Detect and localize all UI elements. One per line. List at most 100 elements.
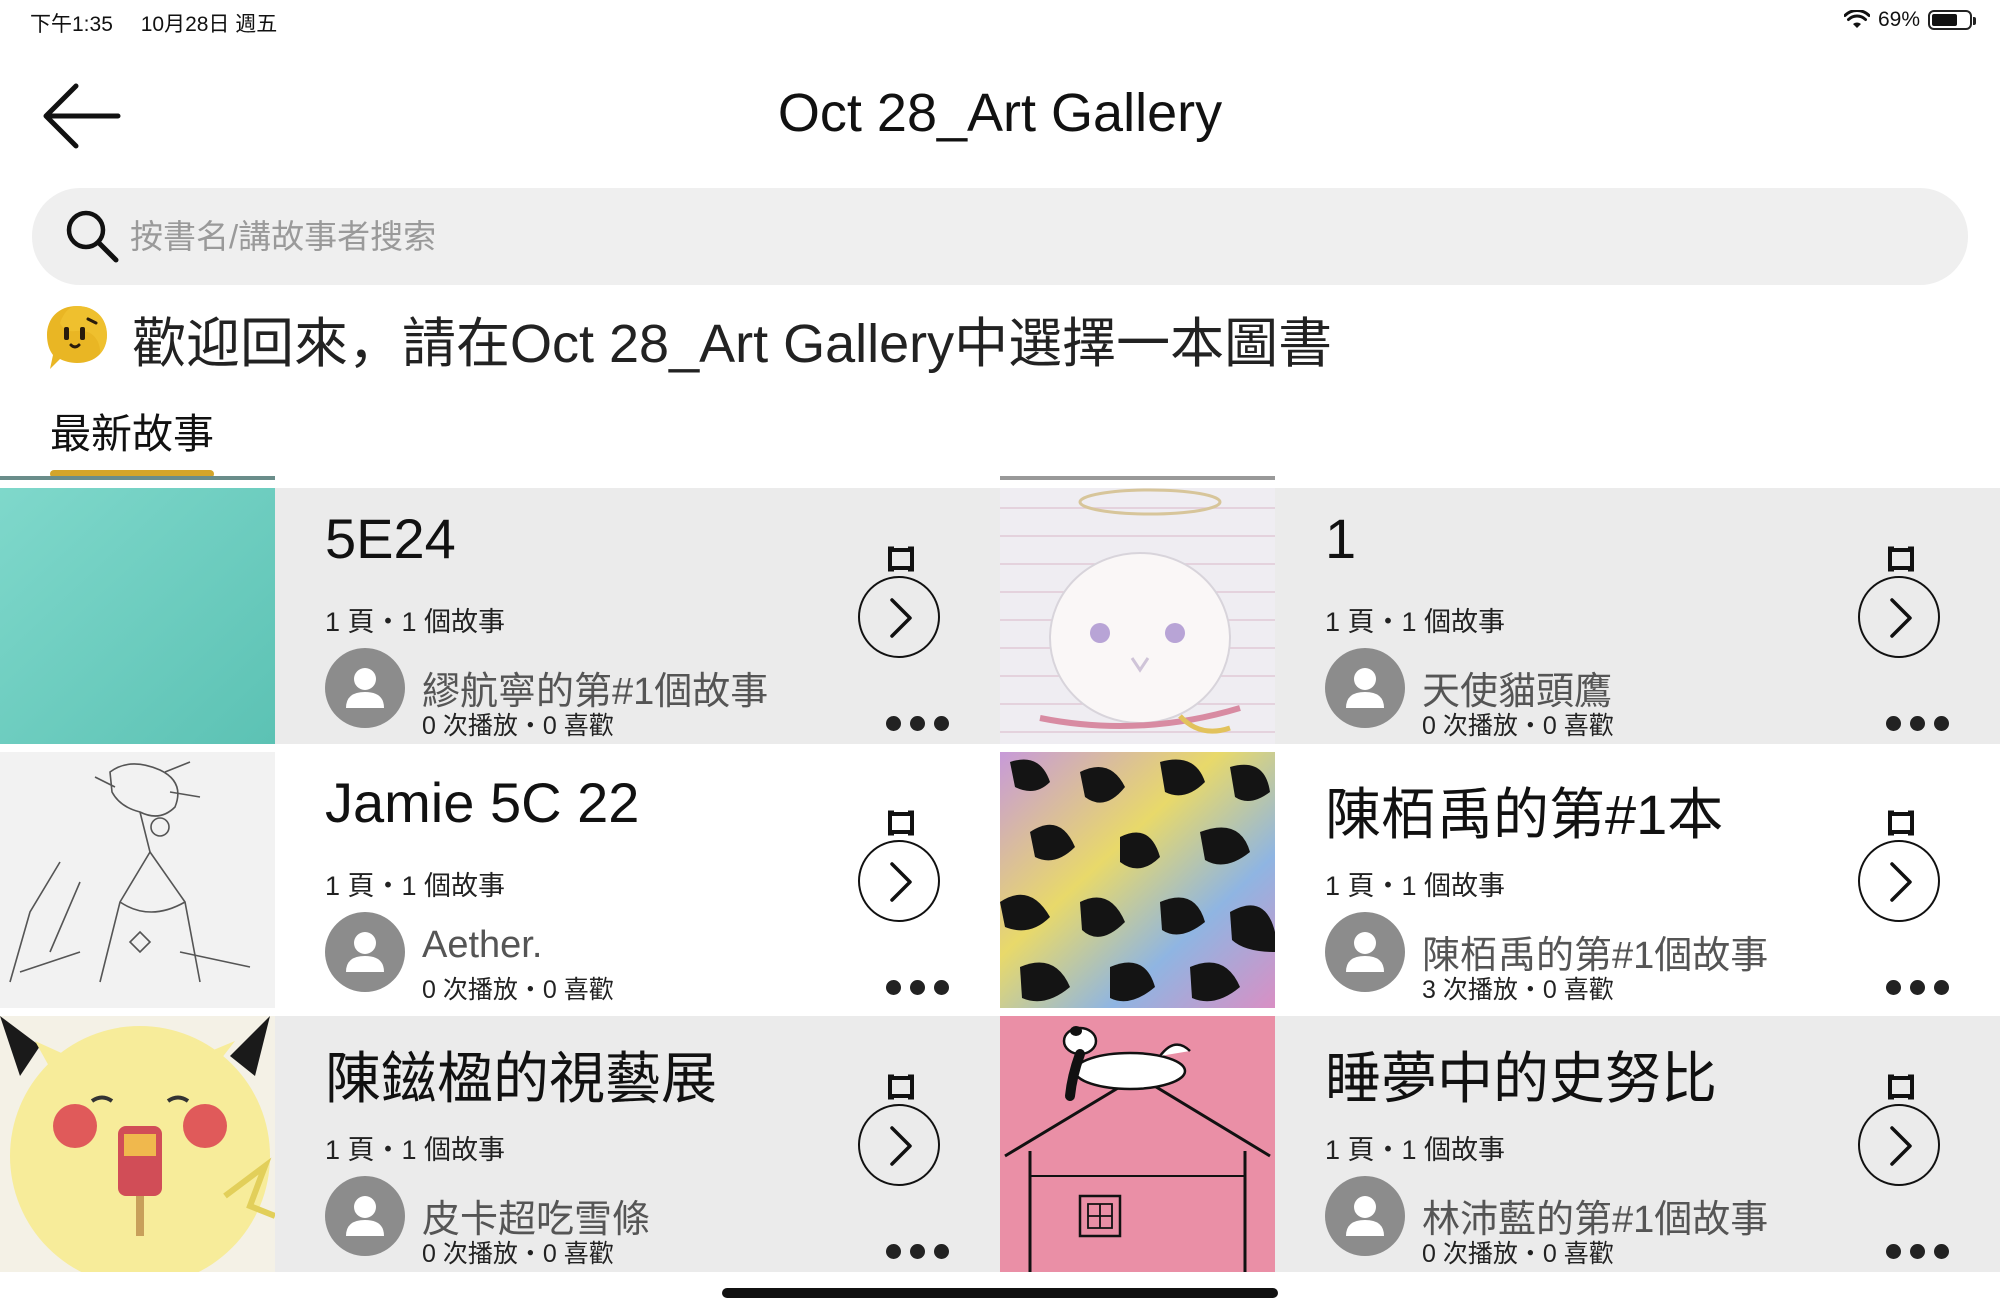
book-card[interactable]: 陳鎡楹的視藝展 1 頁・1 個故事 皮卡超吃雪條 0 次播放・0 喜歡 (0, 1016, 1000, 1272)
book-card[interactable]: 陳栢禹的第#1本 1 頁・1 個故事 陳栢禹的第#1個故事 3 次播放・0 喜歡 (1000, 752, 2000, 1008)
book-title: 1 (1325, 507, 1357, 570)
next-button[interactable] (1858, 576, 1940, 658)
avatar (325, 648, 405, 728)
frame-icon[interactable] (1886, 544, 1916, 574)
book-card[interactable]: Jamie 5C 22 1 頁・1 個故事 Aether. 0 次播放・0 喜歡 (0, 752, 1000, 1008)
frame-icon[interactable] (886, 544, 916, 574)
thumbnail-teal-paper (0, 488, 275, 744)
book-card[interactable]: 1 1 頁・1 個故事 天使貓頭鷹 0 次播放・0 喜歡 (1000, 476, 2000, 744)
dot-icon (910, 1244, 925, 1259)
author-stats: 0 次播放・0 喜歡 (422, 712, 614, 740)
chevron-right-icon (1890, 598, 1912, 638)
dot-icon (934, 980, 949, 995)
more-options-button[interactable] (1886, 980, 1952, 1000)
frame-icon[interactable] (1886, 1072, 1916, 1102)
more-options-button[interactable] (1886, 716, 1952, 736)
book-card[interactable]: 5E24 1 頁・1 個故事 繆航寧的第#1個故事 0 次播放・0 喜歡 (0, 476, 1000, 744)
book-meta: 1 頁・1 個故事 (325, 1135, 506, 1165)
book-thumbnail[interactable] (0, 1016, 275, 1272)
book-card[interactable]: 睡夢中的史努比 1 頁・1 個故事 林沛藍的第#1個故事 0 次播放・0 喜歡 (1000, 1016, 2000, 1272)
search-bar[interactable] (32, 188, 1968, 285)
page-title: Oct 28_Art Gallery (777, 83, 1223, 143)
dot-icon (910, 716, 925, 731)
dot-icon (1934, 1244, 1949, 1259)
search-icon (66, 210, 119, 263)
next-button[interactable] (1858, 840, 1940, 922)
author-stats: 0 次播放・0 喜歡 (1422, 712, 1614, 740)
more-options-button[interactable] (1886, 1244, 1952, 1264)
dot-icon (1886, 1244, 1901, 1259)
status-time: 下午1:35 (30, 13, 113, 36)
thumb-top-line (1000, 476, 1275, 480)
author-stats: 0 次播放・0 喜歡 (1422, 1240, 1614, 1268)
book-title: 睡夢中的史努比 (1325, 1047, 1717, 1110)
avatar (1325, 1176, 1405, 1256)
dot-icon (886, 980, 901, 995)
wifi-icon (1843, 10, 1870, 28)
dot-icon (1934, 716, 1949, 731)
user-icon (346, 668, 384, 708)
thumbnail-snoopy-doghouse (1000, 1016, 1275, 1272)
book-thumbnail[interactable] (1000, 488, 1275, 744)
book-meta: 1 頁・1 個故事 (1325, 1135, 1506, 1165)
welcome-text: 歡迎回來，請在Oct 28_Art Gallery中選擇一本圖書 (132, 313, 1333, 374)
more-options-button[interactable] (886, 1244, 952, 1264)
dot-icon (886, 1244, 901, 1259)
avatar (325, 912, 405, 992)
status-bar: 下午1:35 10月28日 週五 69% (0, 0, 2000, 44)
dot-icon (1910, 716, 1925, 731)
status-date: 10月28日 週五 (140, 13, 278, 36)
dot-icon (934, 716, 949, 731)
frame-icon[interactable] (1886, 808, 1916, 838)
chevron-right-icon (890, 862, 912, 902)
avatar (1325, 648, 1405, 728)
book-thumbnail[interactable] (1000, 1016, 1275, 1272)
author-stats: 3 次播放・0 喜歡 (1422, 976, 1614, 1004)
dot-icon (1910, 1244, 1925, 1259)
chevron-right-icon (890, 1126, 912, 1166)
dot-icon (1886, 716, 1901, 731)
author-stats: 0 次播放・0 喜歡 (422, 976, 614, 1004)
book-title: 5E24 (325, 507, 456, 570)
book-title: 陳鎡楹的視藝展 (325, 1047, 717, 1110)
search-input[interactable] (130, 188, 1930, 285)
battery-percent: 69% (1877, 8, 1920, 31)
next-button[interactable] (1858, 1104, 1940, 1186)
user-icon (346, 932, 384, 972)
dot-icon (934, 1244, 949, 1259)
book-meta: 1 頁・1 個故事 (325, 871, 506, 901)
frame-icon[interactable] (886, 808, 916, 838)
status-left: 下午1:35 10月28日 週五 (30, 8, 299, 38)
book-title: 陳栢禹的第#1本 (1325, 783, 1724, 846)
author-stats: 0 次播放・0 喜歡 (422, 1240, 614, 1268)
next-button[interactable] (858, 1104, 940, 1186)
user-icon (346, 1196, 384, 1236)
dot-icon (886, 716, 901, 731)
chevron-right-icon (890, 598, 912, 638)
more-options-button[interactable] (886, 716, 952, 736)
welcome-banner: 歡迎回來，請在Oct 28_Art Gallery中選擇一本圖書 (44, 298, 1332, 378)
status-right: 69% (1843, 8, 1976, 32)
frame-icon[interactable] (886, 1072, 916, 1102)
user-icon (1346, 1196, 1384, 1236)
book-title: Jamie 5C 22 (325, 771, 640, 834)
thumbnail-pikachu (0, 1016, 275, 1272)
dot-icon (1910, 980, 1925, 995)
battery-fill (1932, 14, 1957, 26)
book-thumbnail[interactable] (0, 752, 275, 1008)
tab-latest-stories[interactable]: 最新故事 (50, 400, 214, 478)
book-thumbnail[interactable] (1000, 752, 1275, 1008)
next-button[interactable] (858, 576, 940, 658)
dot-icon (910, 980, 925, 995)
next-button[interactable] (858, 840, 940, 922)
battery-icon (1928, 10, 1976, 30)
dot-icon (1886, 980, 1901, 995)
user-icon (1346, 932, 1384, 972)
more-options-button[interactable] (886, 980, 952, 1000)
avatar (325, 1176, 405, 1256)
book-thumbnail[interactable] (0, 488, 275, 744)
author-name: Aether. (422, 924, 543, 966)
thumb-top-line (0, 476, 275, 480)
book-meta: 1 頁・1 個故事 (1325, 607, 1506, 637)
home-indicator[interactable] (722, 1288, 1278, 1298)
